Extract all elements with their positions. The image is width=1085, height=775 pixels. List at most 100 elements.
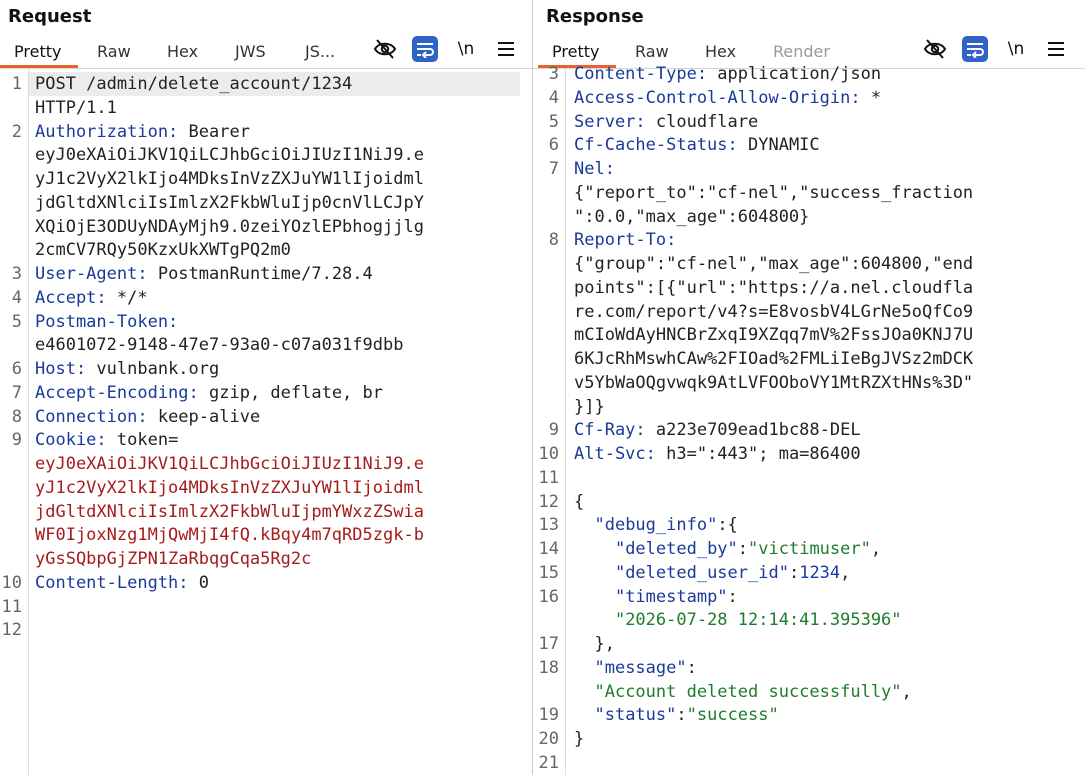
line-number: 11 (1, 596, 22, 617)
code-token: ":0.0,"max_age":604800} (574, 206, 810, 227)
code-line: 13 "debug_info":{ (533, 513, 1085, 537)
code-line: 17 }, (533, 632, 1085, 656)
code-token: User-Agent: (35, 264, 148, 284)
line-number: 19 (538, 705, 559, 726)
line-number: 8 (11, 406, 22, 427)
code-token: : (737, 539, 749, 559)
code-token: "success" (686, 705, 779, 726)
code-line: yJ1c2VyX2lkIjo4MDksInVzZXJuYW1lIjoidml (0, 167, 532, 191)
code-token: "timestamp" (614, 586, 728, 607)
line-content: Cookie: token= (35, 428, 178, 452)
code-line: HTTP/1.1 (0, 96, 532, 120)
code-line: 3 User-Agent: PostmanRuntime/7.28.4 (0, 262, 532, 286)
tab-raw[interactable]: Raw (635, 42, 669, 61)
hide-nonprintable-button[interactable] (922, 36, 948, 62)
code-line: 6 Host: vulnbank.org (0, 357, 532, 381)
line-content: 2cmCV7RQy50KzxUkXWTgPQ2m0 (35, 238, 291, 262)
show-newlines-button[interactable]: \n (1003, 36, 1029, 62)
menu-button[interactable] (1043, 36, 1069, 62)
hamburger-menu-icon (1048, 42, 1064, 56)
code-token: "Account deleted successfully" (594, 681, 902, 702)
code-line: "2026-07-28 12:14:41.395396" (533, 608, 1085, 632)
line-content: "debug_info":{ (574, 513, 737, 537)
line-content: Report-To: (574, 228, 676, 252)
code-line: }]} (533, 395, 1085, 419)
code-token: application/json (707, 64, 882, 84)
word-wrap-button[interactable] (962, 36, 988, 62)
code-token: yJ1c2VyX2lkIjo4MDksInVzZXJuYW1lIjoidml (35, 477, 424, 498)
code-token: "deleted_user_id" (614, 562, 789, 583)
line-number: 12 (538, 491, 559, 512)
code-line: jdGltdXNlciIsImlzX2FkbWluIjp0cnVlLCJpY (0, 191, 532, 215)
code-token: gzip, deflate, br (198, 382, 383, 403)
hide-nonprintable-button[interactable] (372, 36, 398, 62)
line-number: 12 (1, 620, 22, 641)
line-number: 10 (538, 444, 559, 464)
show-newlines-button[interactable]: \n (453, 36, 479, 62)
code-token: cloudflare (645, 111, 759, 132)
code-line: 2cmCV7RQy50KzxUkXWTgPQ2m0 (0, 238, 532, 262)
code-line: {"group":"cf-nel","max_age":604800,"end (533, 252, 1085, 276)
line-content: POST /admin/delete_account/1234 (35, 72, 352, 96)
code-token: a223e709ead1bc88-DEL (645, 420, 861, 441)
tab-raw[interactable]: Raw (97, 42, 131, 61)
line-content: Accept-Encoding: gzip, deflate, br (35, 381, 383, 405)
line-number: 7 (548, 159, 559, 179)
code-token: : (727, 586, 738, 607)
code-line: v5YbWaOQgvwqk9AtLVFOOboVY1MtRZXtHNs%3D" (533, 371, 1085, 395)
tab-pretty[interactable]: Pretty (552, 42, 599, 61)
line-content: Access-Control-Allow-Origin: * (574, 86, 881, 110)
line-content: yGsSQbpGjZPN1ZaRbqgCqa5Rg2c (35, 547, 311, 571)
line-content: {"group":"cf-nel","max_age":604800,"end (574, 252, 973, 276)
code-line: XQiOjE3ODUyNDAyMjh9.0zeiYOzlEPbhogjjlg (0, 215, 532, 239)
code-token: Server: (574, 111, 646, 132)
menu-button[interactable] (493, 36, 519, 62)
code-line: WF0IjoxNzg1MjQwMjI4fQ.kBqy4m7qRD5zgk-b (0, 523, 532, 547)
code-line: 20} (533, 727, 1085, 751)
tab-render[interactable]: Render (773, 42, 830, 61)
code-token: keep-alive (147, 406, 261, 427)
tab-hex[interactable]: Hex (167, 42, 198, 61)
code-token: Alt-Svc: (574, 444, 656, 464)
code-line: eyJ0eXAiOiJKV1QiLCJhbGciOiJIUzI1NiJ9.e (0, 452, 532, 476)
line-number: 21 (538, 752, 559, 773)
line-content: Accept: */* (35, 286, 148, 310)
line-number: 3 (548, 64, 559, 84)
code-token: jdGltdXNlciIsImlzX2FkbWluIjpmYWxzZSwia (35, 501, 424, 522)
code-token: : (788, 562, 800, 583)
code-token: v5YbWaOQgvwqk9AtLVFOOboVY1MtRZXtHNs%3D" (574, 372, 974, 393)
eye-slash-icon (923, 39, 947, 59)
line-content: Content-Type: application/json (574, 62, 881, 86)
tab-hex[interactable]: Hex (705, 42, 736, 61)
code-line: 4 Accept: */* (0, 286, 532, 310)
line-content: Host: vulnbank.org (35, 357, 219, 381)
tab-js[interactable]: JS... (305, 42, 335, 61)
code-token: eyJ0eXAiOiJKV1QiLCJhbGciOiJIUzI1NiJ9.e (35, 145, 424, 166)
code-token: Cf-Ray: (574, 420, 646, 441)
line-content: "2026-07-28 12:14:41.395396" (574, 608, 902, 632)
line-content: { (574, 490, 584, 514)
tab-jws[interactable]: JWS (235, 42, 266, 61)
code-token: h3=":443"; ma=86400 (655, 444, 861, 464)
line-content: Connection: keep-alive (35, 405, 260, 429)
code-token: POST /admin/delete_account/1234 (35, 74, 353, 94)
code-line: 6KJcRhMswhCAw%2FIOad%2FMLiIeBgJVSz2mDCK (533, 347, 1085, 371)
code-line: 12 { (533, 490, 1085, 514)
code-line: jdGltdXNlciIsImlzX2FkbWluIjpmYWxzZSwia (0, 500, 532, 524)
code-token: Cf-Cache-Status: (574, 135, 738, 156)
word-wrap-button[interactable] (412, 36, 438, 62)
code-line: 4 Access-Control-Allow-Origin: * (533, 86, 1085, 110)
code-token: : (676, 705, 687, 726)
line-content: User-Agent: PostmanRuntime/7.28.4 (35, 262, 373, 286)
line-content: jdGltdXNlciIsImlzX2FkbWluIjpmYWxzZSwia (35, 500, 424, 524)
tab-pretty[interactable]: Pretty (14, 42, 61, 61)
code-token: XQiOjE3ODUyNDAyMjh9.0zeiYOzlEPbhogjjlg (35, 216, 424, 237)
code-token: yJ1c2VyX2lkIjo4MDksInVzZXJuYW1lIjoidml (35, 169, 424, 189)
line-number: 4 (548, 87, 559, 108)
